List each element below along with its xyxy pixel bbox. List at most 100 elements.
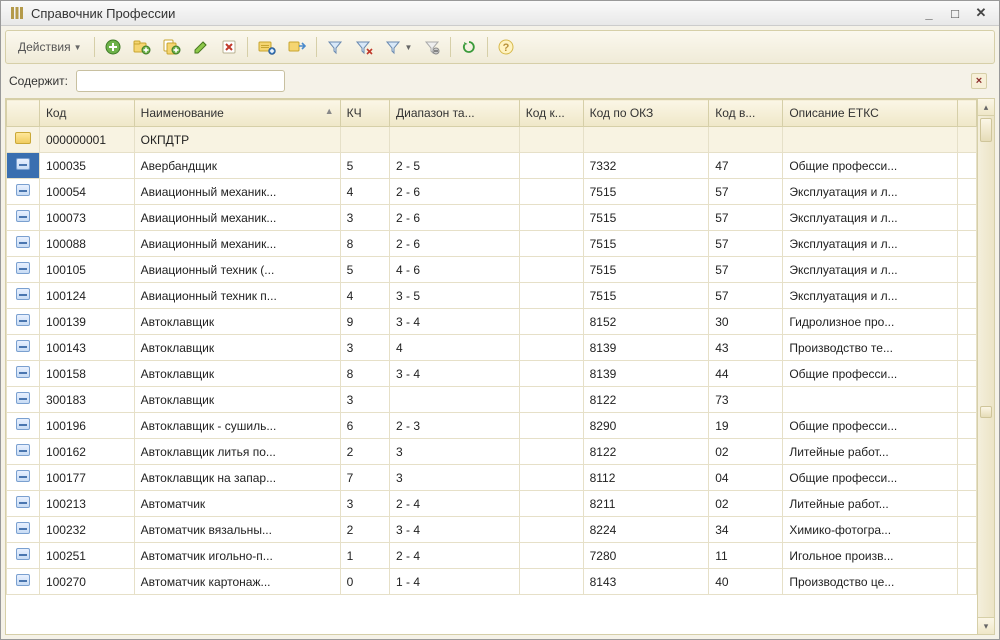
data-grid[interactable]: КодНаименование▲КЧДиапазон та...Код к...…: [6, 99, 977, 634]
cell-range: [390, 127, 520, 153]
minimize-button[interactable]: _: [919, 5, 939, 21]
column-header-kodv[interactable]: Код в...: [709, 100, 783, 127]
cell-name: Авиационный техник (...: [134, 257, 340, 283]
move-button[interactable]: [284, 35, 310, 59]
column-header-kodk[interactable]: Код к...: [519, 100, 583, 127]
table-row[interactable]: 300183Автоклавщик3812273: [7, 387, 977, 413]
scroll-thumb[interactable]: [980, 118, 992, 142]
filter-clear-button[interactable]: [351, 35, 377, 59]
close-button[interactable]: ✕: [971, 5, 991, 21]
column-header-icon[interactable]: [7, 100, 40, 127]
filter-menu-button[interactable]: ▼: [381, 35, 417, 59]
edit-button[interactable]: [189, 35, 213, 59]
cell-icon: [7, 335, 40, 361]
column-header-kch[interactable]: КЧ: [340, 100, 389, 127]
table-header: КодНаименование▲КЧДиапазон та...Код к...…: [7, 100, 977, 127]
cell-kodk: [519, 257, 583, 283]
column-header-okz[interactable]: Код по ОКЗ: [583, 100, 709, 127]
cell-name: ОКПДТР: [134, 127, 340, 153]
column-header-code[interactable]: Код: [39, 100, 134, 127]
table-row[interactable]: 100270Автоматчик картонаж...01 - 4814340…: [7, 569, 977, 595]
cell-okz: 8143: [583, 569, 709, 595]
table-row[interactable]: 100232Автоматчик вязальны...23 - 4822434…: [7, 517, 977, 543]
item-icon: [16, 444, 30, 456]
cell-range: 2 - 5: [390, 153, 520, 179]
cell-name: Автоклавщик: [134, 335, 340, 361]
item-icon: [16, 548, 30, 560]
separator: [450, 37, 451, 57]
column-header-range[interactable]: Диапазон та...: [390, 100, 520, 127]
scroll-up-button[interactable]: ▴: [978, 99, 994, 116]
cell-kodv: 02: [709, 439, 783, 465]
table-row[interactable]: 100251Автоматчик игольно-п...12 - 472801…: [7, 543, 977, 569]
add-button[interactable]: [101, 35, 125, 59]
cell-code: 000000001: [39, 127, 134, 153]
separator: [247, 37, 248, 57]
cell-range: 2 - 4: [390, 543, 520, 569]
scroll-track[interactable]: [978, 116, 994, 617]
item-icon: [16, 184, 30, 196]
item-icon: [16, 392, 30, 404]
table-row[interactable]: 100054Авиационный механик...42 - 6751557…: [7, 179, 977, 205]
cell-range: 4: [390, 335, 520, 361]
table-row[interactable]: 100139Автоклавщик93 - 4815230Гидролизное…: [7, 309, 977, 335]
cell-kodk: [519, 569, 583, 595]
cell-okz: 7515: [583, 257, 709, 283]
cell-etks: Эксплуатация и л...: [783, 231, 958, 257]
table-row[interactable]: 100073Авиационный механик...32 - 6751557…: [7, 205, 977, 231]
item-icon: [16, 366, 30, 378]
cell-kodv: 57: [709, 205, 783, 231]
table-row[interactable]: 100124Авиационный техник п...43 - 575155…: [7, 283, 977, 309]
cell-kch: 5: [340, 257, 389, 283]
cell-kch: 3: [340, 205, 389, 231]
separator: [94, 37, 95, 57]
table-row[interactable]: 100105Авиационный техник (...54 - 675155…: [7, 257, 977, 283]
table-row[interactable]: 100177Автоклавщик на запар...73811204Общ…: [7, 465, 977, 491]
cell-kch: 1: [340, 543, 389, 569]
cell-kch: 4: [340, 179, 389, 205]
cell-code: 100088: [39, 231, 134, 257]
cell-range: 2 - 6: [390, 205, 520, 231]
column-header-name[interactable]: Наименование▲: [134, 100, 340, 127]
delete-button[interactable]: [217, 35, 241, 59]
table-row[interactable]: 100196Автоклавщик - сушиль...62 - 382901…: [7, 413, 977, 439]
cell-kch: 3: [340, 387, 389, 413]
table-row[interactable]: 000000001ОКПДТР: [7, 127, 977, 153]
refresh-button[interactable]: [457, 35, 481, 59]
cell-spacer: [958, 465, 977, 491]
scroll-down-button[interactable]: ▾: [978, 617, 994, 634]
filter-off-button[interactable]: [420, 35, 444, 59]
hierarchy-button[interactable]: [254, 35, 280, 59]
table-row[interactable]: 100162Автоклавщик литья по...23812202Лит…: [7, 439, 977, 465]
scroll-marker: [980, 406, 992, 418]
cell-etks: Общие професси...: [783, 413, 958, 439]
cell-icon: [7, 361, 40, 387]
table-row[interactable]: 100213Автоматчик32 - 4821102Литейные раб…: [7, 491, 977, 517]
cell-etks: Производство те...: [783, 335, 958, 361]
vertical-scrollbar[interactable]: ▴ ▾: [977, 99, 994, 634]
table-row[interactable]: 100158Автоклавщик83 - 4813944Общие профе…: [7, 361, 977, 387]
table-row[interactable]: 100035Авербандщик52 - 5733247Общие профе…: [7, 153, 977, 179]
window-controls: _ □ ✕: [919, 5, 991, 21]
column-header-etks[interactable]: Описание ЕТКС: [783, 100, 958, 127]
help-button[interactable]: ?: [494, 35, 518, 59]
cell-okz: 7515: [583, 283, 709, 309]
search-clear-button[interactable]: ×: [971, 73, 987, 89]
maximize-button[interactable]: □: [945, 5, 965, 21]
copy-button[interactable]: [159, 35, 185, 59]
cell-range: 3 - 4: [390, 517, 520, 543]
cell-kch: 4: [340, 283, 389, 309]
table-row[interactable]: 100088Авиационный механик...82 - 6751557…: [7, 231, 977, 257]
search-wrap: ×: [76, 70, 991, 92]
table-body: 000000001ОКПДТР100035Авербандщик52 - 573…: [7, 127, 977, 595]
cell-spacer: [958, 283, 977, 309]
add-folder-button[interactable]: [129, 35, 155, 59]
cell-etks: Гидролизное про...: [783, 309, 958, 335]
cell-spacer: [958, 153, 977, 179]
filter-button[interactable]: [323, 35, 347, 59]
search-input[interactable]: [76, 70, 285, 92]
actions-menu[interactable]: Действия ▼: [12, 35, 88, 59]
table-row[interactable]: 100143Автоклавщик34813943Производство те…: [7, 335, 977, 361]
cell-name: Автоклавщик: [134, 309, 340, 335]
cell-kch: 0: [340, 569, 389, 595]
